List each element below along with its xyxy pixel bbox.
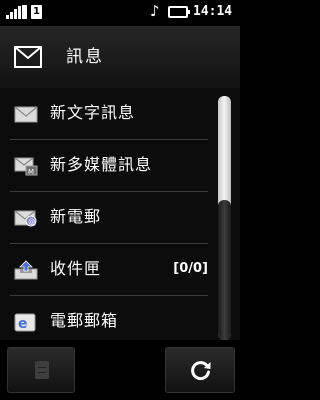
menu-item-inbox[interactable]: 收件匣 [0/0]	[0, 244, 218, 296]
screen: 1 ♪ 14:14 訊息 新文字訊息 M 新多媒體訊息 @ 新電郵 收件匣 [0…	[0, 0, 240, 400]
music-note-icon: ♪	[150, 2, 160, 20]
inbox-icon	[14, 260, 38, 280]
multimedia-message-icon: M	[14, 157, 38, 176]
menu-item-label: 收件匣	[50, 259, 102, 278]
mailbox-icon: e	[14, 313, 36, 332]
scrollbar-thumb[interactable]	[218, 200, 231, 340]
status-bar: 1 ♪ 14:14	[0, 0, 240, 26]
menu-item-label: 新多媒體訊息	[50, 155, 153, 174]
email-icon: @	[14, 210, 37, 227]
svg-text:e: e	[18, 316, 28, 332]
refresh-icon	[191, 361, 211, 381]
menu-item-new-text-message[interactable]: 新文字訊息	[0, 88, 218, 140]
envelope-icon	[14, 46, 42, 68]
menu-item-new-email[interactable]: @ 新電郵	[0, 192, 218, 244]
sim-badge: 1	[31, 5, 42, 19]
menu-item-label: 新文字訊息	[50, 103, 136, 122]
menu-icon	[35, 361, 49, 379]
battery-icon	[168, 6, 190, 18]
clock: 14:14	[193, 4, 233, 19]
signal-strength-icon	[6, 5, 27, 19]
page-title: 訊息	[66, 47, 104, 67]
bottom-bar	[0, 340, 240, 400]
header: 訊息	[0, 26, 240, 88]
menu-button[interactable]	[7, 347, 75, 393]
svg-text:M: M	[28, 168, 34, 176]
inbox-count: [0/0]	[173, 261, 208, 276]
menu-item-label: 電郵郵箱	[50, 311, 119, 330]
envelope-icon	[14, 106, 38, 123]
menu-item-new-multimedia-message[interactable]: M 新多媒體訊息	[0, 140, 218, 192]
svg-text:@: @	[28, 218, 35, 226]
menu-list: 新文字訊息 M 新多媒體訊息 @ 新電郵 收件匣 [0/0] e 電郵郵箱	[0, 88, 218, 340]
menu-item-label: 新電郵	[50, 207, 102, 226]
refresh-button[interactable]	[165, 347, 235, 393]
